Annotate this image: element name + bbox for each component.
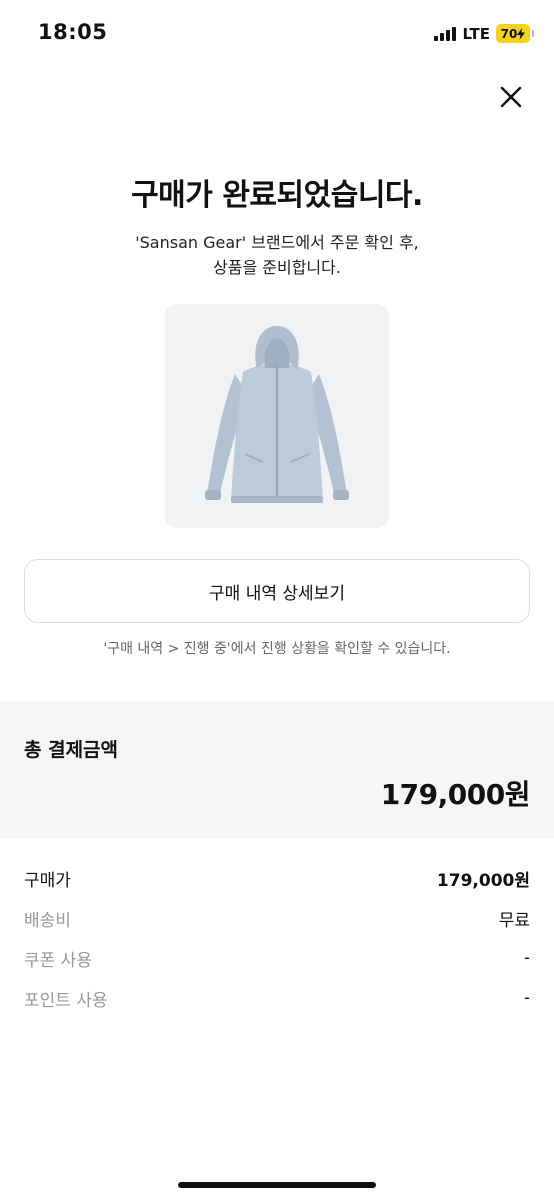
status-time: 18:05 [38,20,108,44]
close-icon [500,86,522,108]
product-image [165,304,389,528]
summary-label: 포인트 사용 [24,990,108,1011]
status-bar: 18:05 LTE 70 [0,0,554,70]
summary-row-coupon: 쿠폰 사용 - [24,938,530,978]
network-type: LTE [462,24,490,43]
progress-info-note: '구매 내역 > 진행 중'에서 진행 상황을 확인할 수 있습니다. [103,641,451,657]
total-payment-amount: 179,000원 [380,778,531,811]
completion-title: 구매가 완료되었습니다. [131,178,423,213]
summary-label: 쿠폰 사용 [24,950,92,971]
subtitle-line-2: 상품을 준비합니다. [213,258,341,277]
summary-value: - [523,988,530,1008]
charging-bolt-icon [517,27,526,40]
summary-row-points: 포인트 사용 - [24,978,530,1018]
summary-label: 배송비 [24,910,71,931]
battery-icon: 70 [496,24,534,43]
total-payment-label: 총 결제금액 [24,739,119,761]
summary-label: 구매가 [24,870,71,891]
summary-value: 무료 [498,910,530,931]
battery-level: 70 [500,26,518,41]
summary-row-purchase-price: 구매가 179,000원 [24,858,530,898]
signal-icon [434,26,457,41]
subtitle-line-1: 'Sansan Gear' 브랜드에서 주문 확인 후, [135,233,419,252]
summary-row-shipping: 배송비 무료 [24,898,530,938]
total-payment-section: 총 결제금액 179,000원 [0,702,554,838]
home-indicator [178,1182,376,1188]
status-indicators: LTE 70 [434,24,534,43]
jacket-image [205,326,349,503]
purchase-detail-button[interactable]: 구매 내역 상세보기 [24,559,530,623]
summary-value: 179,000원 [436,870,530,891]
summary-value: - [523,948,530,968]
payment-summary: 구매가 179,000원 배송비 무료 쿠폰 사용 - 포인트 사용 - [24,858,530,1018]
completion-subtitle: 'Sansan Gear' 브랜드에서 주문 확인 후, 상품을 준비합니다. [0,230,554,280]
close-button[interactable] [496,82,526,112]
